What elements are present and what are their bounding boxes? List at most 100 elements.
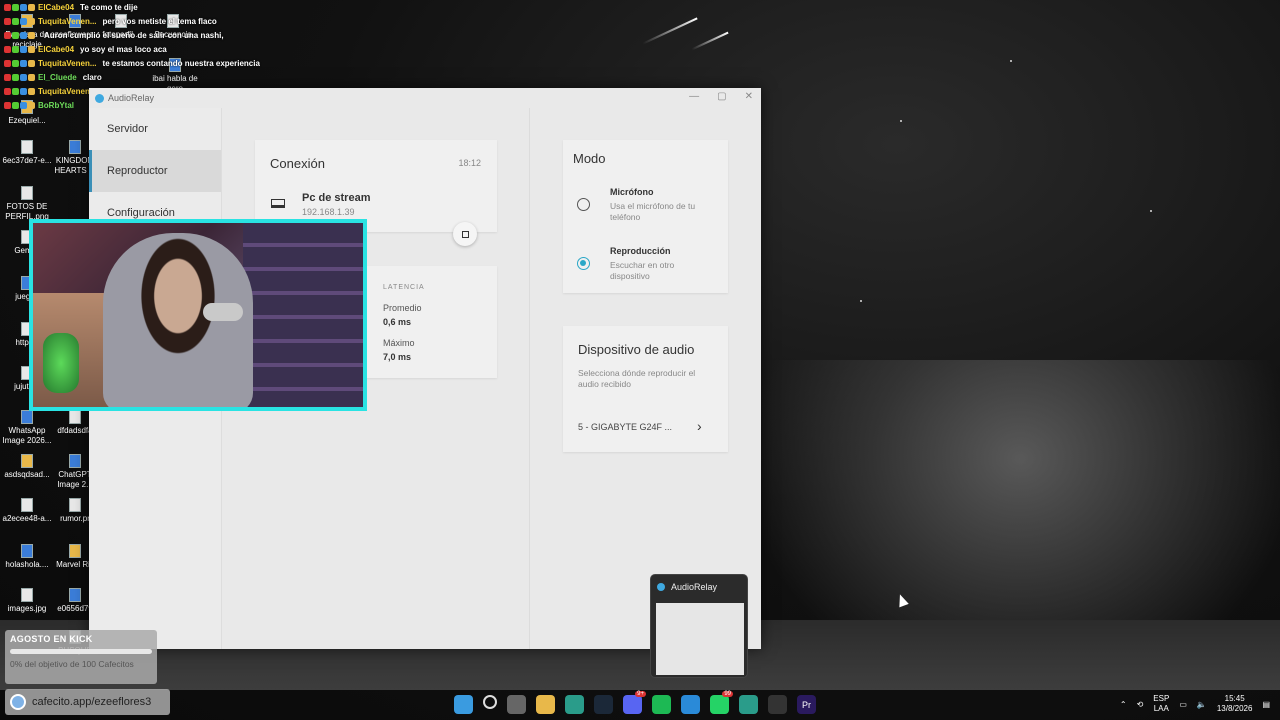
chat-badge-icon	[12, 59, 19, 67]
desktop-icon[interactable]: images.jpg	[2, 588, 52, 614]
volume-icon[interactable]: 🔈	[1197, 700, 1207, 709]
chevron-up-icon[interactable]: ⌃	[1120, 700, 1127, 709]
chat-badge-icon	[12, 87, 19, 95]
lang-bottom: LAA	[1153, 704, 1169, 713]
desktop-icon[interactable]: asdsqdsad...	[2, 454, 52, 480]
chat-username[interactable]: ElCabe04	[38, 3, 74, 12]
chat-badge-icon	[20, 59, 27, 67]
chat-text: claro	[82, 72, 102, 82]
sidebar-item-servidor[interactable]: Servidor	[89, 108, 221, 150]
desktop-icon[interactable]: a2ecee48-a...	[2, 498, 52, 524]
sidebar-item-reproductor[interactable]: Reproductor	[89, 150, 221, 192]
goal-title: AGOSTO EN KICK	[10, 634, 93, 644]
chat-badge-icon	[20, 31, 27, 39]
app-icon	[95, 93, 104, 103]
chat-username[interactable]: BoRbYtal	[38, 101, 74, 110]
chevron-right-icon: ›	[697, 418, 702, 434]
latency-max-value: 7,0 ms	[383, 352, 412, 362]
mode-option-desc: Usa el micrófono de tu teléfono	[610, 201, 696, 222]
network-icon[interactable]: ⟲	[1137, 700, 1144, 709]
chat-username[interactable]: ElCabe04	[38, 45, 74, 54]
language-indicator[interactable]: ESP LAA	[1153, 694, 1169, 714]
chat-text: Te como te dije	[80, 2, 138, 12]
mode-option-microfono[interactable]: Micrófono Usa el micrófono de tu teléfon…	[563, 178, 728, 230]
task-view-icon[interactable]	[507, 695, 526, 714]
connection-time: 18:12	[458, 158, 481, 168]
edge-dev-icon[interactable]	[739, 695, 758, 714]
desktop-icon[interactable]: 6ec37de7-e...	[2, 140, 52, 166]
notification-icon[interactable]: ▤	[1262, 700, 1270, 709]
chat-badge-icon	[12, 3, 19, 11]
desktop-icon[interactable]: FOTOS DE PERFIL.png	[2, 186, 52, 222]
taskbar-preview[interactable]: AudioRelay	[650, 574, 748, 678]
chat-badge-icon	[28, 31, 35, 39]
chat-text: Auron cumplió el sueño de salir con una …	[44, 30, 224, 40]
desktop-icon-label: 6ec37de7-e...	[2, 156, 52, 165]
audio-device-select[interactable]: 5 - GIGABYTE G24F ... ›	[563, 412, 728, 442]
close-button[interactable]: ✕	[745, 91, 753, 102]
webcam-mic	[203, 303, 243, 321]
premiere-icon[interactable]: Pr	[797, 695, 816, 714]
radio-microfono[interactable]	[577, 198, 590, 211]
minimize-button[interactable]: —	[689, 91, 699, 102]
chat-badge-icon	[28, 45, 35, 53]
goal-progress-bar	[10, 649, 152, 654]
chat-badge-icon	[20, 45, 27, 53]
discord-icon[interactable]: 9+	[623, 691, 646, 714]
edge-icon[interactable]	[565, 695, 584, 714]
chat-username[interactable]: TuquitaVenen...	[38, 59, 97, 68]
chat-badge-icon	[12, 17, 19, 25]
steam-icon[interactable]	[594, 695, 613, 714]
desktop-icon[interactable]: WhatsApp Image 2026...	[2, 410, 52, 446]
preview-thumbnail[interactable]	[656, 603, 744, 675]
system-tray: ⌃ ⟲ ESP LAA ▭ 🔈 15:45 13/8/2026 ▤	[1120, 694, 1270, 714]
stop-button[interactable]	[453, 222, 477, 246]
desktop-icon-label: holashola....	[5, 560, 49, 569]
chat-message: Auron cumplió el sueño de salir con una …	[4, 28, 304, 42]
radio-reproduccion[interactable]	[577, 257, 590, 270]
chat-badge-icon	[4, 59, 11, 67]
chat-badge-icon	[20, 17, 27, 25]
chat-badge-icon	[20, 101, 27, 109]
webcam-overlay	[29, 219, 367, 411]
goal-widget: AGOSTO EN KICK 0% del objetivo de 100 Ca…	[5, 630, 157, 684]
window-title: AudioRelay	[108, 93, 155, 103]
chat-badge-icon	[4, 3, 11, 11]
wallpaper-star	[1010, 60, 1012, 62]
chat-badge-icon	[4, 73, 11, 81]
clock[interactable]: 15:45 13/8/2026	[1217, 694, 1253, 714]
clock-time: 15:45	[1224, 694, 1245, 703]
desktop-icon[interactable]: holashola....	[2, 544, 52, 570]
chat-badges	[4, 101, 35, 109]
title-bar[interactable]: AudioRelay — ▢ ✕	[89, 88, 761, 108]
mode-card: Modo Micrófono Usa el micrófono de tu te…	[563, 140, 728, 293]
file-icon	[21, 454, 33, 468]
file-explorer-icon[interactable]	[536, 695, 555, 714]
windows-start-icon[interactable]	[454, 695, 473, 714]
chat-username[interactable]: TuquitaVenen...	[38, 87, 97, 96]
mode-option-title: Micrófono	[610, 187, 654, 197]
chat-badge-icon	[12, 31, 19, 39]
search-icon[interactable]	[483, 695, 497, 709]
device-name: Pc de stream	[302, 192, 371, 204]
skype-icon[interactable]	[681, 695, 700, 714]
app-badge: 9+	[635, 691, 646, 697]
chat-text: pero vos metiste el tema flaco	[102, 16, 217, 26]
monitor-icon[interactable]: ▭	[1179, 700, 1187, 709]
chat-username[interactable]: TuquitaVenen...	[38, 17, 97, 26]
file-icon	[69, 410, 81, 424]
maximize-button[interactable]: ▢	[717, 91, 726, 102]
desktop-icon-label: WhatsApp Image 2026...	[2, 426, 52, 445]
mode-option-reproduccion[interactable]: Reproducción Escuchar en otro dispositiv…	[563, 237, 728, 289]
obs-icon[interactable]	[768, 695, 787, 714]
whatsapp-icon[interactable]: 99	[710, 691, 733, 714]
chat-badge-icon	[12, 101, 19, 109]
connection-title: Conexión	[270, 156, 325, 171]
chat-message: TuquitaVenen... te estamos contando nuest…	[4, 56, 304, 70]
chat-message: ElCabe04 Te como te dije	[4, 0, 304, 14]
file-icon	[69, 454, 81, 468]
chat-message: TuquitaVenen... pero vos metiste el tema …	[4, 14, 304, 28]
chat-username[interactable]: El_Cluede	[38, 73, 77, 82]
spotify-icon[interactable]	[652, 695, 671, 714]
chat-badge-icon	[4, 87, 11, 95]
